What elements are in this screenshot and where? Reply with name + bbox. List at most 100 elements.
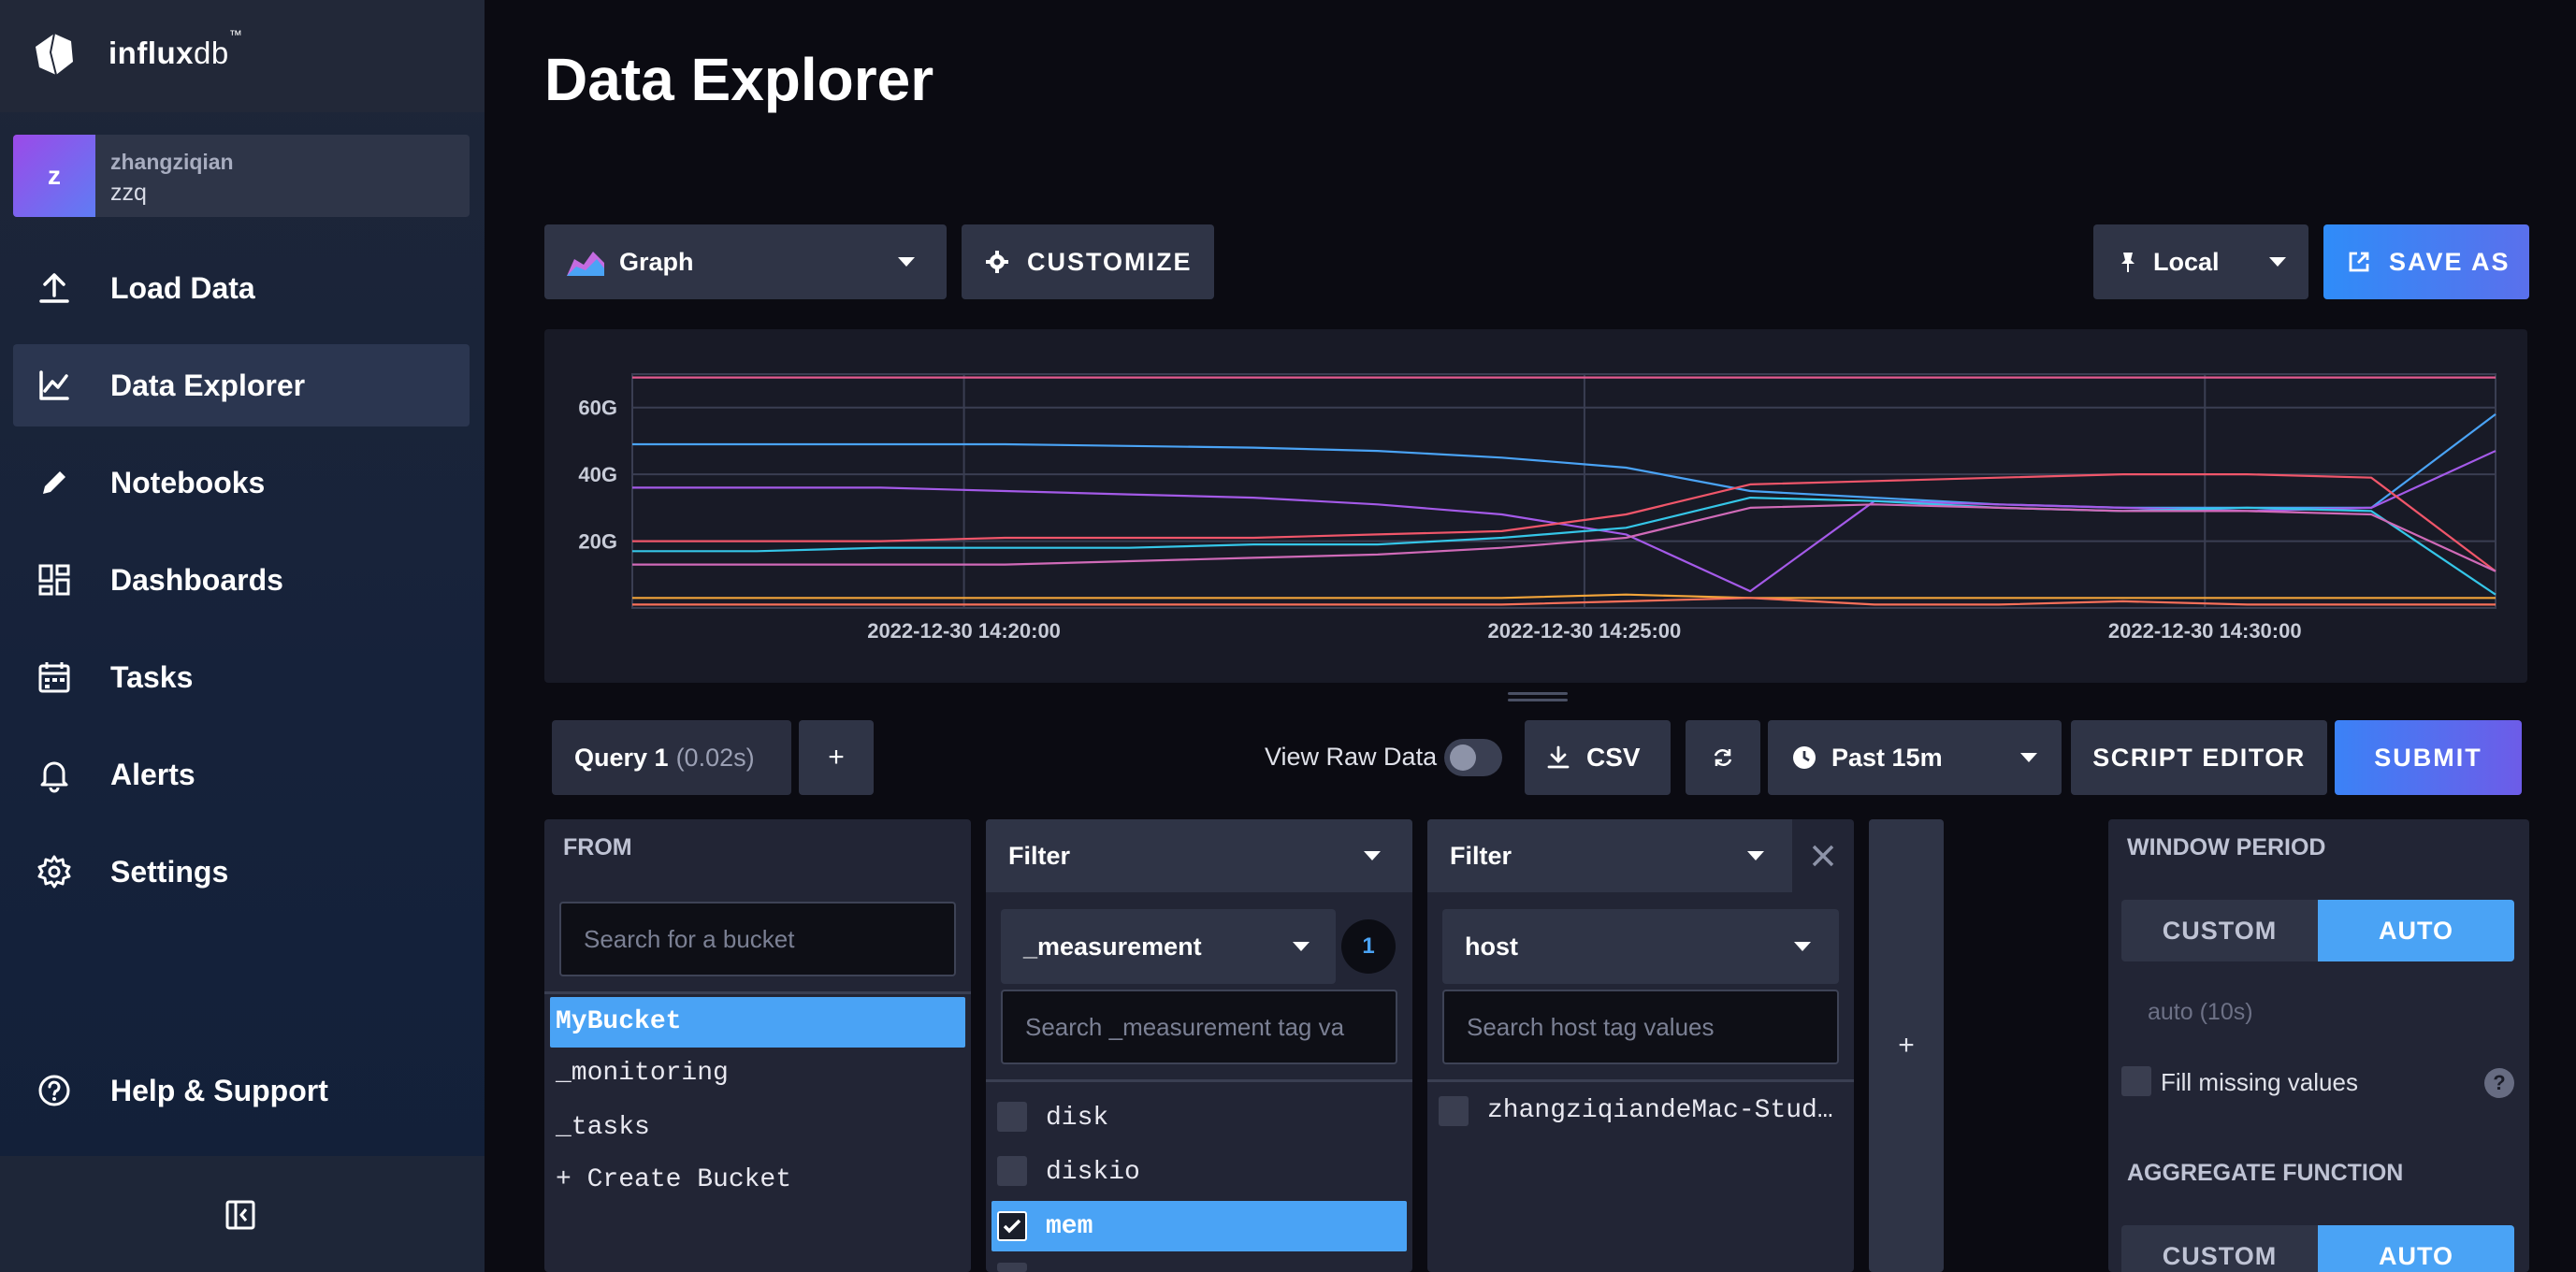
query-name: Query 1 (574, 743, 669, 772)
selected-count-badge: 1 (1341, 919, 1396, 974)
tag-value-host[interactable]: zhangziqiandeMac-Stud… (1487, 1096, 1833, 1125)
window-auto-value: auto (10s) (2148, 999, 2253, 1025)
refresh-icon (1714, 749, 1732, 766)
graph-type-icon (567, 252, 604, 276)
bucket-search-input[interactable] (559, 902, 956, 976)
window-period-header: WINDOW PERIOD (2127, 834, 2326, 860)
fill-missing-label: Fill missing values (2161, 1068, 2358, 1096)
influxdb-logo-icon (36, 33, 73, 76)
submit-label: SUBMIT (2374, 743, 2482, 772)
host-search-input[interactable] (1442, 990, 1839, 1064)
bucket-item-tasks[interactable]: _tasks (556, 1113, 650, 1142)
nav-item-notebooks[interactable]: Notebooks (13, 441, 470, 524)
tag-value-mem: mem (1046, 1212, 1093, 1241)
window-custom-button[interactable]: CUSTOM (2121, 900, 2318, 961)
aggregate-custom-button[interactable]: CUSTOM (2121, 1225, 2318, 1272)
nav-item-load-data[interactable]: Load Data (13, 247, 470, 329)
csv-button[interactable]: CSV (1525, 720, 1671, 795)
add-query-button[interactable]: + (799, 720, 874, 795)
customize-button[interactable]: CUSTOMIZE (962, 224, 1214, 299)
filter-header: Filter (1450, 842, 1512, 870)
from-header: FROM (563, 834, 632, 860)
page-title: Data Explorer (544, 46, 934, 113)
window-auto-button[interactable]: AUTO (2318, 900, 2514, 961)
brand-name[interactable]: influxdb™ (109, 27, 242, 71)
chevron-down-icon (1794, 942, 1811, 951)
close-icon[interactable] (1811, 844, 1835, 868)
graph-panel[interactable]: 20G 40G 60G 2022-12-30 14:20:00 2022-12-30 1… (544, 329, 2527, 683)
graph-type-dropdown[interactable]: Graph (544, 224, 947, 299)
filter-type-dropdown[interactable]: Filter (986, 819, 1412, 892)
bucket-item-monitoring[interactable]: _monitoring (556, 1059, 729, 1088)
timezone-label: Local (2153, 247, 2220, 276)
user-name: zhangziqian (110, 150, 234, 174)
window-period-panel: WINDOW PERIOD CUSTOM AUTO auto (10s) Fil… (2108, 819, 2529, 1272)
measurement-search-input[interactable] (1001, 990, 1397, 1064)
help-icon[interactable]: ? (2484, 1068, 2514, 1098)
timezone-dropdown[interactable]: Local (2093, 224, 2308, 299)
upload-icon (39, 273, 69, 303)
chevron-down-icon (2269, 257, 2286, 267)
add-filter-button[interactable]: + (1869, 819, 1944, 1272)
export-icon (2349, 252, 2369, 272)
resize-handle[interactable] (1508, 692, 1568, 703)
checkbox-host[interactable] (1439, 1096, 1469, 1126)
customize-label: CUSTOMIZE (1027, 247, 1193, 276)
from-panel: FROM MyBucket _monitoring _tasks + Creat… (544, 819, 971, 1272)
aggregate-auto-button[interactable]: AUTO (2318, 1225, 2514, 1272)
checkbox-mem[interactable] (997, 1211, 1027, 1241)
view-raw-data-toggle[interactable] (1444, 739, 1502, 776)
user-org-switcher[interactable]: z zhangziqian zzq (13, 135, 470, 217)
series-line-1 (632, 413, 2496, 509)
fill-missing-checkbox[interactable] (2121, 1066, 2151, 1096)
x-tick-label: 2022-12-30 14:25:00 (1488, 619, 1682, 643)
sidebar-footer (0, 1156, 485, 1272)
line-chart[interactable]: 20G 40G 60G 2022-12-30 14:20:00 2022-12-30 1… (544, 329, 2527, 683)
refresh-button[interactable] (1686, 720, 1760, 795)
bucket-item-mybucket[interactable]: MyBucket (550, 997, 965, 1048)
checkbox-disk[interactable] (997, 1102, 1027, 1132)
series-line-2 (632, 450, 2496, 593)
nav-label-tasks: Tasks (110, 659, 194, 694)
time-range-dropdown[interactable]: Past 15m (1768, 720, 2062, 795)
download-icon (1547, 745, 1570, 769)
y-tick-label: 60G (578, 397, 617, 420)
filter-type-dropdown[interactable]: Filter (1427, 819, 1792, 892)
collapse-sidebar-icon[interactable] (224, 1199, 256, 1231)
checkbox-diskio[interactable] (997, 1156, 1027, 1186)
series-line-4 (632, 497, 2496, 596)
csv-label: CSV (1586, 743, 1641, 772)
series-line-5 (632, 503, 2496, 572)
time-range-label: Past 15m (1831, 743, 1943, 772)
tag-value-row-mem[interactable]: mem (991, 1201, 1407, 1251)
tag-value-diskio[interactable]: diskio (1046, 1158, 1140, 1187)
brand-header: influxdb™ (0, 0, 485, 112)
create-bucket-link[interactable]: + Create Bucket (556, 1165, 791, 1194)
checkmark-icon (1003, 1219, 1021, 1234)
graph-type-label: Graph (619, 247, 694, 276)
chevron-down-icon (1293, 942, 1310, 951)
filter-header: Filter (1008, 842, 1071, 870)
x-tick-label: 2022-12-30 14:20:00 (867, 619, 1061, 643)
nav-item-alerts[interactable]: Alerts (13, 733, 470, 816)
help-circle-icon (38, 1075, 70, 1106)
nav-item-help[interactable]: Help & Support (13, 1049, 470, 1132)
tag-key-dropdown[interactable]: _measurement (1001, 909, 1336, 984)
query-tab[interactable]: Query 1 (0.02s) (552, 720, 791, 795)
script-editor-button[interactable]: SCRIPT EDITOR (2071, 720, 2327, 795)
nav-label-data-explorer: Data Explorer (110, 368, 306, 402)
submit-button[interactable]: SUBMIT (2335, 720, 2522, 795)
y-tick-label: 20G (578, 530, 617, 554)
gear-icon (37, 855, 71, 889)
sidebar: influxdb™ z zhangziqian zzq Load Data Da… (0, 0, 485, 1272)
org-name: zzq (110, 180, 147, 206)
tag-value-disk[interactable]: disk (1046, 1104, 1108, 1133)
chevron-down-icon (898, 257, 915, 267)
save-as-button[interactable]: SAVE AS (2323, 224, 2529, 299)
nav-item-tasks[interactable]: Tasks (13, 636, 470, 718)
tag-key-dropdown[interactable]: host (1442, 909, 1839, 984)
nav-label-load-data: Load Data (110, 270, 255, 305)
nav-item-data-explorer[interactable]: Data Explorer (13, 344, 470, 426)
nav-item-dashboards[interactable]: Dashboards (13, 539, 470, 621)
nav-item-settings[interactable]: Settings (13, 831, 470, 913)
